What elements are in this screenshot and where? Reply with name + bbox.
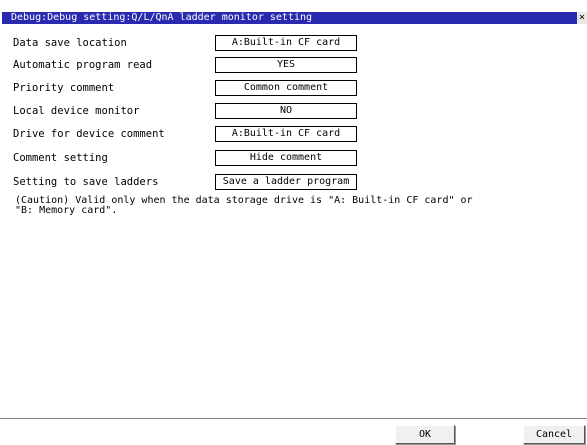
comment-setting-label: Comment setting	[13, 152, 108, 164]
priority-comment-select[interactable]: Common comment	[215, 80, 357, 96]
setting-row-data-save-location: Data save location A:Built-in CF card	[13, 35, 363, 51]
automatic-program-read-label: Automatic program read	[13, 59, 153, 71]
setting-row-drive-for-device-comment: Drive for device comment A:Built-in CF c…	[13, 126, 363, 142]
save-ladders-select[interactable]: Save a ladder program	[215, 174, 357, 190]
data-save-location-select[interactable]: A:Built-in CF card	[215, 35, 357, 51]
setting-row-local-device-monitor: Local device monitor NO	[13, 103, 363, 119]
save-ladders-label: Setting to save ladders	[13, 176, 159, 188]
local-device-monitor-select[interactable]: NO	[215, 103, 357, 119]
caution-line-2: "B: Memory card".	[15, 205, 118, 216]
data-save-location-label: Data save location	[13, 37, 127, 49]
ok-button[interactable]: OK	[395, 425, 455, 444]
ladder-monitor-setting-window: Debug:Debug setting:Q/L/QnA ladder monit…	[0, 0, 587, 445]
setting-row-priority-comment: Priority comment Common comment	[13, 80, 363, 96]
drive-for-device-comment-label: Drive for device comment	[13, 128, 165, 140]
setting-row-comment-setting: Comment setting Hide comment	[13, 150, 363, 166]
setting-row-save-ladders: Setting to save ladders Save a ladder pr…	[13, 174, 363, 190]
title-bar: Debug:Debug setting:Q/L/QnA ladder monit…	[2, 12, 587, 24]
comment-setting-select[interactable]: Hide comment	[215, 150, 357, 166]
drive-for-device-comment-select[interactable]: A:Built-in CF card	[215, 126, 357, 142]
local-device-monitor-label: Local device monitor	[13, 105, 140, 117]
setting-row-automatic-program-read: Automatic program read YES	[13, 57, 363, 73]
cancel-button[interactable]: Cancel	[523, 425, 585, 444]
automatic-program-read-select[interactable]: YES	[215, 57, 357, 73]
close-icon[interactable]: ×	[577, 12, 587, 24]
caution-note: (Caution) Valid only when the data stora…	[15, 196, 473, 216]
window-title: Debug:Debug setting:Q/L/QnA ladder monit…	[11, 12, 313, 23]
priority-comment-label: Priority comment	[13, 82, 115, 94]
footer-divider	[0, 418, 587, 419]
